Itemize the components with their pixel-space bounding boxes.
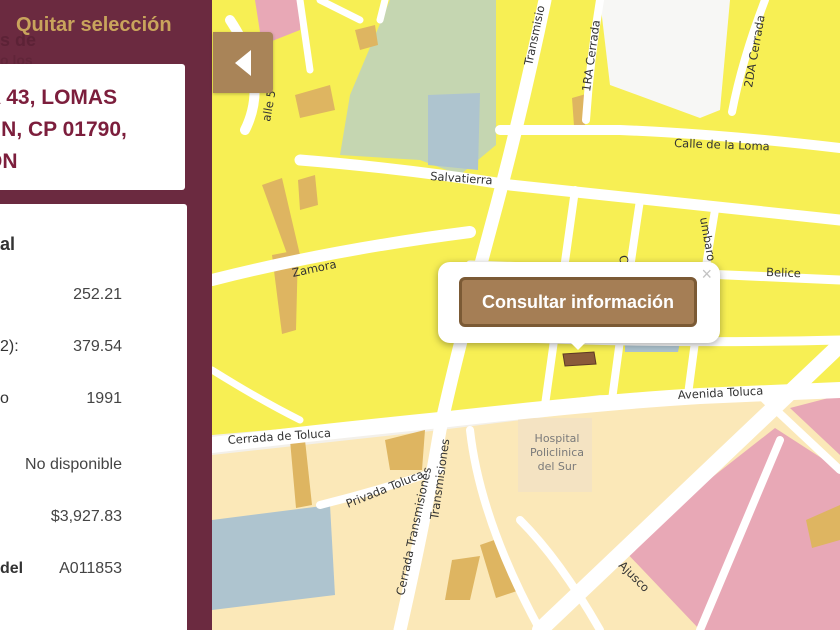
- poi-label: Hospital: [535, 432, 580, 445]
- address-line: ON: [0, 150, 18, 173]
- chevron-left-icon: [235, 50, 251, 76]
- map-popup: × Consultar información: [438, 262, 720, 343]
- info-value: 252.21: [73, 286, 122, 303]
- popup-tip: [566, 338, 590, 350]
- poi-label: del Sur: [538, 460, 577, 473]
- info-value: A011853: [59, 560, 122, 577]
- poi-label: Policlinica: [530, 446, 584, 459]
- street-label: Belice: [766, 265, 801, 280]
- address-line: A 43, LOMAS: [0, 86, 118, 109]
- property-info-card: al 252.21 2): 379.54 o 1991 No disponibl…: [0, 204, 187, 630]
- close-icon[interactable]: ×: [701, 265, 712, 283]
- info-value: 379.54: [73, 338, 122, 355]
- address-line: NN, CP 01790,: [0, 118, 127, 141]
- info-value: 1991: [86, 390, 122, 407]
- info-card-title: al: [0, 234, 16, 254]
- info-label: o: [0, 390, 9, 407]
- clear-selection-link[interactable]: Quitar selección: [16, 14, 172, 37]
- info-label: del: [0, 560, 24, 577]
- institutional-block: [428, 93, 480, 170]
- info-label: 2):: [0, 338, 19, 355]
- sidebar-panel: s de o los Quitar selección A 43, LOMAS …: [0, 0, 212, 630]
- address-card: A 43, LOMAS NN, CP 01790, ON: [0, 64, 185, 190]
- info-value: No disponible: [25, 456, 122, 473]
- institutional-block: [212, 505, 335, 610]
- collapse-panel-button[interactable]: [213, 32, 273, 93]
- selected-lot[interactable]: [562, 351, 597, 367]
- consult-information-button[interactable]: Consultar información: [459, 277, 697, 327]
- info-value: $3,927.83: [50, 508, 122, 525]
